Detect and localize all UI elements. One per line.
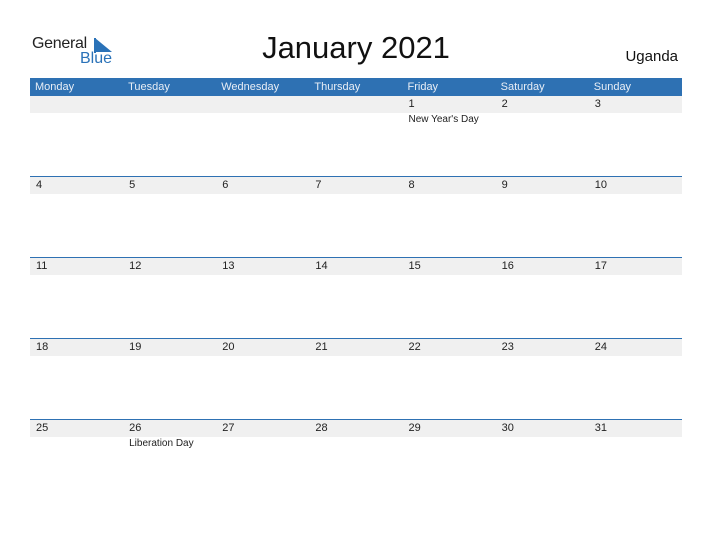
week-cells: 25 26 Liberation Day 27 28 29 30 31 xyxy=(30,420,682,450)
day-cell: 14 xyxy=(309,258,402,275)
day-cell: 22 xyxy=(403,339,496,356)
day-cell: 29 xyxy=(403,420,496,450)
weekday-wednesday: Wednesday xyxy=(221,81,280,93)
day-cell: 21 xyxy=(309,339,402,356)
day-number xyxy=(315,96,402,113)
day-cell: 15 xyxy=(403,258,496,275)
week-cells: 4 5 6 7 8 9 10 xyxy=(30,177,682,194)
week-cells: 18 19 20 21 22 23 24 xyxy=(30,339,682,356)
week-row: 11 12 13 14 15 16 17 xyxy=(30,257,682,339)
day-cell: 19 xyxy=(123,339,216,356)
day-number: 29 xyxy=(408,422,421,434)
day-number: 14 xyxy=(315,260,328,272)
week-row: 25 26 Liberation Day 27 28 29 30 31 xyxy=(30,419,682,501)
day-cell: 31 xyxy=(589,420,682,450)
day-number xyxy=(222,96,309,113)
day-number: 30 xyxy=(501,422,514,434)
day-number: 17 xyxy=(594,260,607,272)
day-number: 15 xyxy=(408,260,421,272)
day-cell: 10 xyxy=(589,177,682,194)
day-cell: 4 xyxy=(30,177,123,194)
day-number xyxy=(36,96,123,113)
day-number: 10 xyxy=(594,179,607,191)
day-cell: 16 xyxy=(496,258,589,275)
day-cell: 5 xyxy=(123,177,216,194)
day-number: 31 xyxy=(594,422,607,434)
day-cell: 27 xyxy=(216,420,309,450)
day-cell: 23 xyxy=(496,339,589,356)
day-number: 27 xyxy=(222,422,235,434)
day-number xyxy=(129,96,216,113)
day-number: 19 xyxy=(129,341,142,353)
day-number: 26 xyxy=(129,422,142,434)
day-number: 11 xyxy=(36,260,48,272)
day-number: 2 xyxy=(501,98,508,110)
week-row: 4 5 6 7 8 9 10 xyxy=(30,176,682,258)
day-number: 20 xyxy=(222,341,235,353)
holiday-label: Liberation Day xyxy=(129,438,194,449)
day-cell: 7 xyxy=(309,177,402,194)
day-cell: 12 xyxy=(123,258,216,275)
day-cell xyxy=(30,96,123,126)
day-number: 13 xyxy=(222,260,235,272)
day-number: 12 xyxy=(129,260,142,272)
day-cell: 20 xyxy=(216,339,309,356)
holiday-label: New Year's Day xyxy=(408,114,479,125)
day-cell xyxy=(309,96,402,126)
day-number: 4 xyxy=(36,179,43,191)
day-cell: 8 xyxy=(403,177,496,194)
day-cell: 1 New Year's Day xyxy=(403,96,496,126)
day-cell: 24 xyxy=(589,339,682,356)
day-cell: 11 xyxy=(30,258,123,275)
day-number: 28 xyxy=(315,422,328,434)
day-cell: 18 xyxy=(30,339,123,356)
day-cell: 13 xyxy=(216,258,309,275)
day-number: 22 xyxy=(408,341,421,353)
weekday-header: Monday Tuesday Wednesday Thursday Friday… xyxy=(30,78,682,96)
day-number: 1 xyxy=(408,98,415,110)
day-cell: 9 xyxy=(496,177,589,194)
day-number: 23 xyxy=(501,341,514,353)
week-cells: 1 New Year's Day 2 3 xyxy=(30,96,682,126)
day-cell xyxy=(216,96,309,126)
day-cell: 2 xyxy=(496,96,589,126)
day-number: 3 xyxy=(594,98,601,110)
calendar-title: January 2021 xyxy=(262,30,450,65)
day-cell: 28 xyxy=(309,420,402,450)
day-number: 21 xyxy=(315,341,328,353)
week-cells: 11 12 13 14 15 16 17 xyxy=(30,258,682,275)
day-cell: 25 xyxy=(30,420,123,450)
day-cell: 17 xyxy=(589,258,682,275)
day-cell: 26 Liberation Day xyxy=(123,420,216,450)
weekday-tuesday: Tuesday xyxy=(128,81,170,93)
weekday-thursday: Thursday xyxy=(314,81,361,93)
week-row: 1 New Year's Day 2 3 xyxy=(30,96,682,177)
day-number: 5 xyxy=(129,179,136,191)
day-cell xyxy=(123,96,216,126)
country-name: Uganda xyxy=(625,48,678,65)
day-cell: 30 xyxy=(496,420,589,450)
day-number: 9 xyxy=(501,179,508,191)
weekday-saturday: Saturday xyxy=(500,81,545,93)
day-cell: 3 xyxy=(589,96,682,126)
day-number: 24 xyxy=(594,341,607,353)
day-number: 18 xyxy=(36,341,49,353)
weekday-monday: Monday xyxy=(35,81,75,93)
week-row: 18 19 20 21 22 23 24 xyxy=(30,338,682,420)
day-cell: 6 xyxy=(216,177,309,194)
weekday-sunday: Sunday xyxy=(593,81,632,93)
day-number: 25 xyxy=(36,422,49,434)
day-number: 16 xyxy=(501,260,514,272)
day-number: 7 xyxy=(315,179,322,191)
day-number: 6 xyxy=(222,179,229,191)
day-number: 8 xyxy=(408,179,415,191)
weekday-friday: Friday xyxy=(407,81,439,93)
